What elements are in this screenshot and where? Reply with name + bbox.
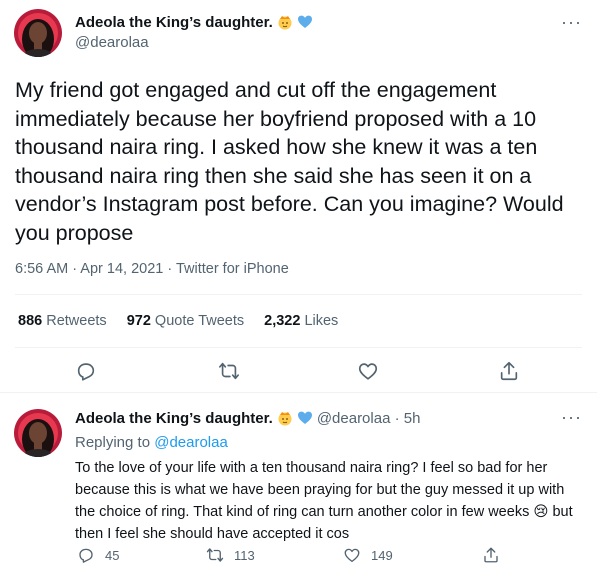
reply-author-name[interactable]: Adeola the King’s daughter. (75, 410, 273, 427)
reply-icon (79, 548, 93, 563)
blue-heart-emoji-icon (297, 14, 313, 30)
retweets-stat[interactable]: 886 Retweets (18, 313, 107, 329)
like-icon (344, 548, 360, 563)
author-name[interactable]: Adeola the King’s daughter. (75, 14, 273, 31)
tweet-actions (0, 360, 597, 384)
princess-emoji-icon (277, 14, 293, 30)
blue-heart-emoji-icon (297, 410, 313, 426)
more-options-icon[interactable]: ··· (561, 13, 582, 31)
quotes-label: Quote Tweets (154, 313, 245, 329)
princess-emoji-icon (277, 410, 293, 426)
reply-like-button[interactable]: 149 (343, 546, 393, 564)
retweets-count: 886 (18, 313, 43, 329)
reply-tweet[interactable]: Adeola the King’s daughter. @dearolaa · … (0, 394, 597, 569)
tweet-stats: 886 Retweets 972 Quote Tweets 2,322 Like… (18, 313, 358, 329)
quotes-stat[interactable]: 972 Quote Tweets (127, 313, 244, 329)
reply-reply-button[interactable]: 45 (77, 546, 119, 564)
reply-likes-count: 149 (371, 547, 393, 563)
retweets-label: Retweets (46, 313, 107, 329)
main-tweet: Adeola the King’s daughter. @dearolaa ··… (0, 0, 597, 393)
like-icon[interactable] (357, 360, 379, 382)
replying-to: Replying to @dearolaa (75, 434, 228, 451)
likes-label: Likes (304, 313, 339, 329)
tweet-timestamp[interactable]: 6:56 AM · Apr 14, 2021 · Twitter for iPh… (15, 261, 289, 277)
reply-icon[interactable] (75, 360, 97, 382)
reply-more-options-icon[interactable]: ··· (561, 408, 582, 426)
divider (15, 347, 582, 348)
share-icon[interactable] (498, 360, 520, 382)
reply-avatar[interactable] (14, 409, 62, 457)
reply-replies-count: 45 (105, 547, 120, 563)
replying-to-label: Replying to (75, 434, 151, 451)
reply-share-button[interactable] (482, 546, 510, 564)
retweet-icon[interactable] (218, 360, 240, 382)
reply-retweet-button[interactable]: 113 (206, 546, 255, 564)
quotes-count: 972 (126, 313, 151, 329)
divider (15, 294, 582, 295)
retweet-icon (206, 548, 224, 562)
likes-stat[interactable]: 2,322 Likes (264, 313, 338, 329)
reply-text: To the love of your life with a ten thou… (75, 460, 573, 542)
avatar[interactable] (14, 9, 62, 57)
replying-to-link[interactable]: @dearolaa (154, 434, 228, 451)
tweet-text: My friend got engaged and cut off the en… (15, 78, 564, 245)
likes-count: 2,322 (264, 313, 301, 329)
reply-handle-time[interactable]: @dearolaa · 5h (317, 410, 421, 427)
author-handle[interactable]: @dearolaa (75, 34, 149, 51)
share-icon (484, 547, 498, 563)
reply-retweets-count: 113 (234, 547, 255, 563)
reply-actions: 45 113 149 (0, 546, 597, 566)
